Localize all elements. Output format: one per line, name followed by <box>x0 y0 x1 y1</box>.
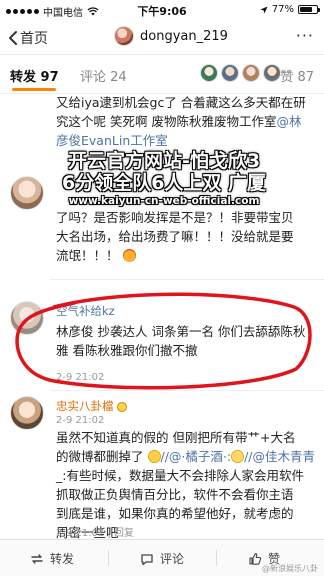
comment-icon <box>141 553 153 565</box>
location-icon <box>260 6 268 13</box>
comment-text: 又给iya逮到机会gc了 合着藏这么多天都在研 究这个呢 笑死啊 废物陈秋雅废物… <box>56 93 318 150</box>
tab-like-label: 赞 <box>280 70 294 85</box>
sweat-face-icon <box>231 450 245 463</box>
comment-line: 流氓！！！ <box>56 246 318 265</box>
nav-title-group[interactable]: dongyan_219 <box>114 26 228 46</box>
comment-line: 的微博都删掉了 //@·橘子酒·: //@佳木青青 <box>56 447 318 466</box>
chevron-left-icon <box>9 31 17 45</box>
status-bar: 中国电信 下午9:06 77% <box>0 0 324 20</box>
watermark: @新浪娱乐八卦 <box>262 564 318 573</box>
page-title: dongyan_219 <box>140 28 228 44</box>
tab-repost-count: 97 <box>40 70 59 85</box>
divider <box>108 550 109 566</box>
comment-line-text: 流氓！！！ <box>56 248 119 263</box>
back-button[interactable]: 首页 <box>8 28 48 48</box>
mention-link[interactable]: //@·橘子酒·: <box>161 449 232 464</box>
overlay-url: www.kaiyun-cn-web-official.com <box>68 195 260 207</box>
tab-bar: 转发 97 评论 24 赞 87 <box>0 55 324 94</box>
avatar <box>263 64 281 82</box>
divider <box>216 550 217 566</box>
comment-line: 虽然不知道真的假的 但刚把所有带艹+大名 <box>56 430 296 445</box>
gold-medal-icon <box>117 402 128 412</box>
mention-link[interactable]: //@佳木青青 <box>244 449 315 464</box>
tab-repost[interactable]: 转发 97 <box>10 66 59 85</box>
thinking-face-icon <box>147 450 161 463</box>
tab-repost-label: 转发 <box>10 70 37 85</box>
liker-avatars[interactable] <box>200 64 281 82</box>
comment-line: 大名出场，给出场费了嘛！！！没给就是要 <box>56 229 294 244</box>
comment-line: _:有些时候，数据量大不会排除人家会用软件 <box>56 468 304 483</box>
avatar[interactable] <box>10 396 44 430</box>
comment-button[interactable]: 评论 <box>140 550 184 567</box>
more-button[interactable]: ··· <box>296 26 314 45</box>
comment-username[interactable]: 忠实八卦檔 <box>56 398 128 414</box>
comment-line: 又给iya逮到机会gc了 合着藏这么多天都在研 <box>56 95 306 110</box>
mention-link[interactable]: 彦俊EvanLin工作室 <box>56 131 318 150</box>
comment-line: 究这个呢 笑死啊 废物陈秋雅废物工作室@林 <box>56 112 318 131</box>
comment-text: 了吗？是否影响发挥是不是？！非要带宝贝 大名出场，给出场费了嘛！！！没给就是要 … <box>56 208 318 265</box>
tab-comment-count: 24 <box>110 70 127 85</box>
repost-icon <box>31 553 43 564</box>
battery-info: 77% <box>260 4 320 15</box>
comment-time: 2-9 21:02 <box>56 415 105 426</box>
comment-username-text: 忠实八卦檔 <box>56 399 114 413</box>
overlay-line: 开云官方网站-怕戈欣3 <box>67 150 261 172</box>
divider <box>50 390 324 391</box>
divider <box>50 279 324 280</box>
comment-line: 了吗？是否影响发挥是不是？！非要带宝贝 <box>56 210 294 225</box>
comment-label: 评论 <box>160 552 185 566</box>
repost-button[interactable]: 转发 <box>30 550 74 567</box>
avatar <box>114 26 134 46</box>
avatar[interactable] <box>10 176 44 210</box>
comment-line: 到底是谁，如果你真的希望他好，就考虑的 <box>56 506 294 521</box>
overlay-line: 6分领全队6人上双 广厦 <box>61 172 267 194</box>
angry-face-icon <box>122 249 136 262</box>
comment-line: 抓取做正负舆情百分比，软件不会看你主语 <box>56 487 294 502</box>
battery-icon <box>298 5 320 14</box>
comment-time-reply: 2-9 21:02 | 回复 <box>56 528 135 539</box>
tab-comment-label: 评论 <box>80 70 107 85</box>
avatar <box>200 64 218 82</box>
tab-like-count: 87 <box>297 70 314 85</box>
tab-like[interactable]: 赞 87 <box>280 66 314 85</box>
nav-bar: 首页 dongyan_219 ··· <box>0 20 324 55</box>
bottom-action-bar: 转发 评论 赞 @新浪娱乐八卦 <box>0 539 324 576</box>
comment-line-text: 的微博都删掉了 <box>56 449 144 464</box>
avatar <box>221 64 239 82</box>
back-label: 首页 <box>20 31 48 47</box>
thumbs-up-icon <box>249 552 262 565</box>
promo-overlay: 开云官方网站-怕戈欣3 6分领全队6人上双 广厦 www.kaiyun-cn-w… <box>44 150 284 208</box>
tab-comment[interactable]: 评论 24 <box>80 66 127 85</box>
battery-percent: 77% <box>271 4 294 15</box>
weibo-repost-page: 中国电信 下午9:06 77% 首页 dongyan_219 ··· 转发 97… <box>0 0 324 576</box>
repost-label: 转发 <box>50 552 75 566</box>
avatar <box>242 64 260 82</box>
active-tab-indicator <box>12 88 56 91</box>
mention-link[interactable]: @林 <box>276 114 301 129</box>
annotation-circle <box>15 292 312 390</box>
comment-line-text: 究这个呢 笑死啊 废物陈秋雅废物工作室 <box>56 114 277 129</box>
